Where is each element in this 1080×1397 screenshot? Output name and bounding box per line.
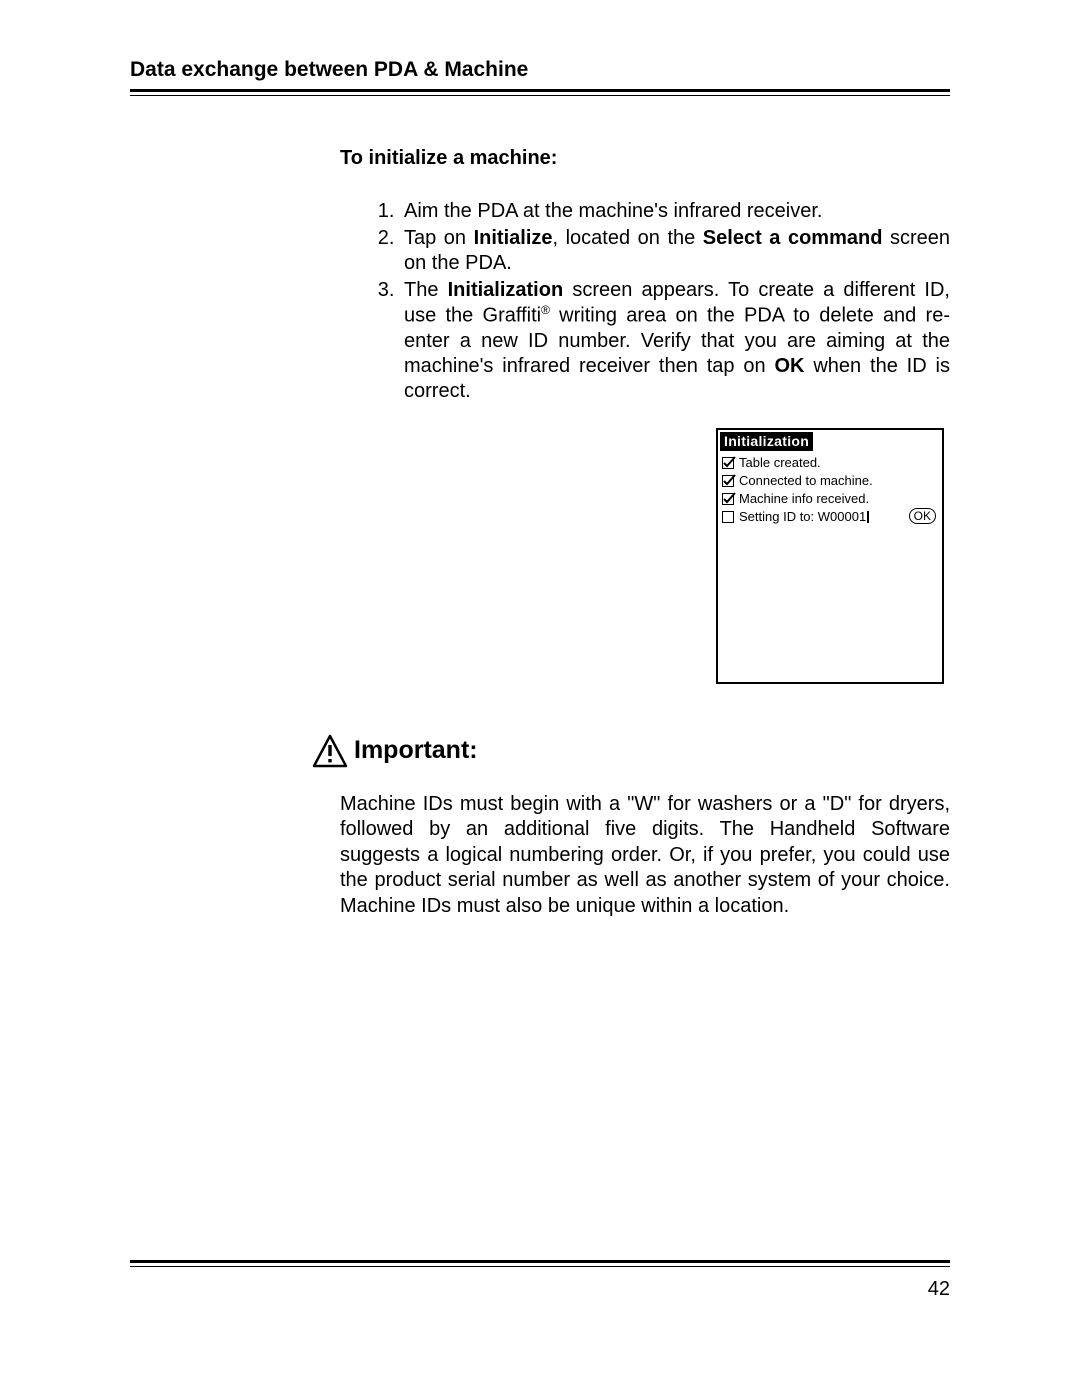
content-block: To initialize a machine: Aim the PDA at …: [340, 146, 950, 920]
section-heading: To initialize a machine:: [340, 146, 950, 171]
important-block: Important: Machine IDs must begin with a…: [312, 734, 950, 920]
pda-item: Machine info received.: [722, 490, 938, 508]
text-cursor-icon: [867, 511, 869, 523]
important-heading: Important:: [312, 734, 950, 768]
registered-mark: ®: [541, 303, 550, 317]
pda-screenshot-wrap: Initialization Table created. Connected …: [340, 428, 944, 684]
pda-item-label: Table created.: [739, 455, 821, 471]
pda-item-label: Machine info received.: [739, 491, 869, 507]
checkbox-unchecked-icon: [722, 511, 734, 523]
header-rule: [130, 89, 950, 96]
checkbox-checked-icon: [722, 457, 734, 469]
steps-list: Aim the PDA at the machine's infrared re…: [340, 199, 950, 404]
step-1: Aim the PDA at the machine's infrared re…: [400, 199, 950, 224]
step-3: The Initialization screen appears. To cr…: [400, 278, 950, 404]
page-number: 42: [928, 1278, 950, 1301]
checkbox-checked-icon: [722, 493, 734, 505]
important-body: Machine IDs must begin with a "W" for wa…: [340, 792, 950, 920]
step-2: Tap on Initialize, located on the Select…: [400, 226, 950, 276]
step-3-text-pre: The: [404, 279, 448, 301]
footer-rule: [130, 1260, 950, 1267]
page-header-title: Data exchange between PDA & Machine: [130, 58, 950, 88]
step-2-text-mid: , located on the: [553, 227, 703, 249]
step-1-text: Aim the PDA at the machine's infrared re…: [404, 200, 822, 222]
pda-item-label: Connected to machine.: [739, 473, 873, 489]
step-3-bold-1: Initialization: [448, 279, 564, 301]
step-3-bold-2: OK: [774, 355, 804, 377]
pda-item: Connected to machine.: [722, 472, 938, 490]
step-2-bold-2: Select a command: [703, 227, 883, 249]
important-label: Important:: [354, 735, 478, 766]
pda-item: Setting ID to: W00001: [722, 508, 938, 526]
pda-screenshot: Initialization Table created. Connected …: [716, 428, 944, 684]
step-2-text-pre: Tap on: [404, 227, 474, 249]
pda-status-list: Table created. Connected to machine. Mac…: [722, 454, 938, 526]
step-2-bold-1: Initialize: [474, 227, 553, 249]
pda-title-bar: Initialization: [720, 432, 813, 452]
pda-item-label: Setting ID to: W00001: [739, 509, 869, 525]
pda-item-label-text: Setting ID to: W00001: [739, 509, 866, 524]
checkbox-checked-icon: [722, 475, 734, 487]
pda-item: Table created.: [722, 454, 938, 472]
page: Data exchange between PDA & Machine To i…: [0, 0, 1080, 1397]
pda-ok-button: OK: [909, 508, 936, 524]
warning-icon: [312, 734, 348, 768]
